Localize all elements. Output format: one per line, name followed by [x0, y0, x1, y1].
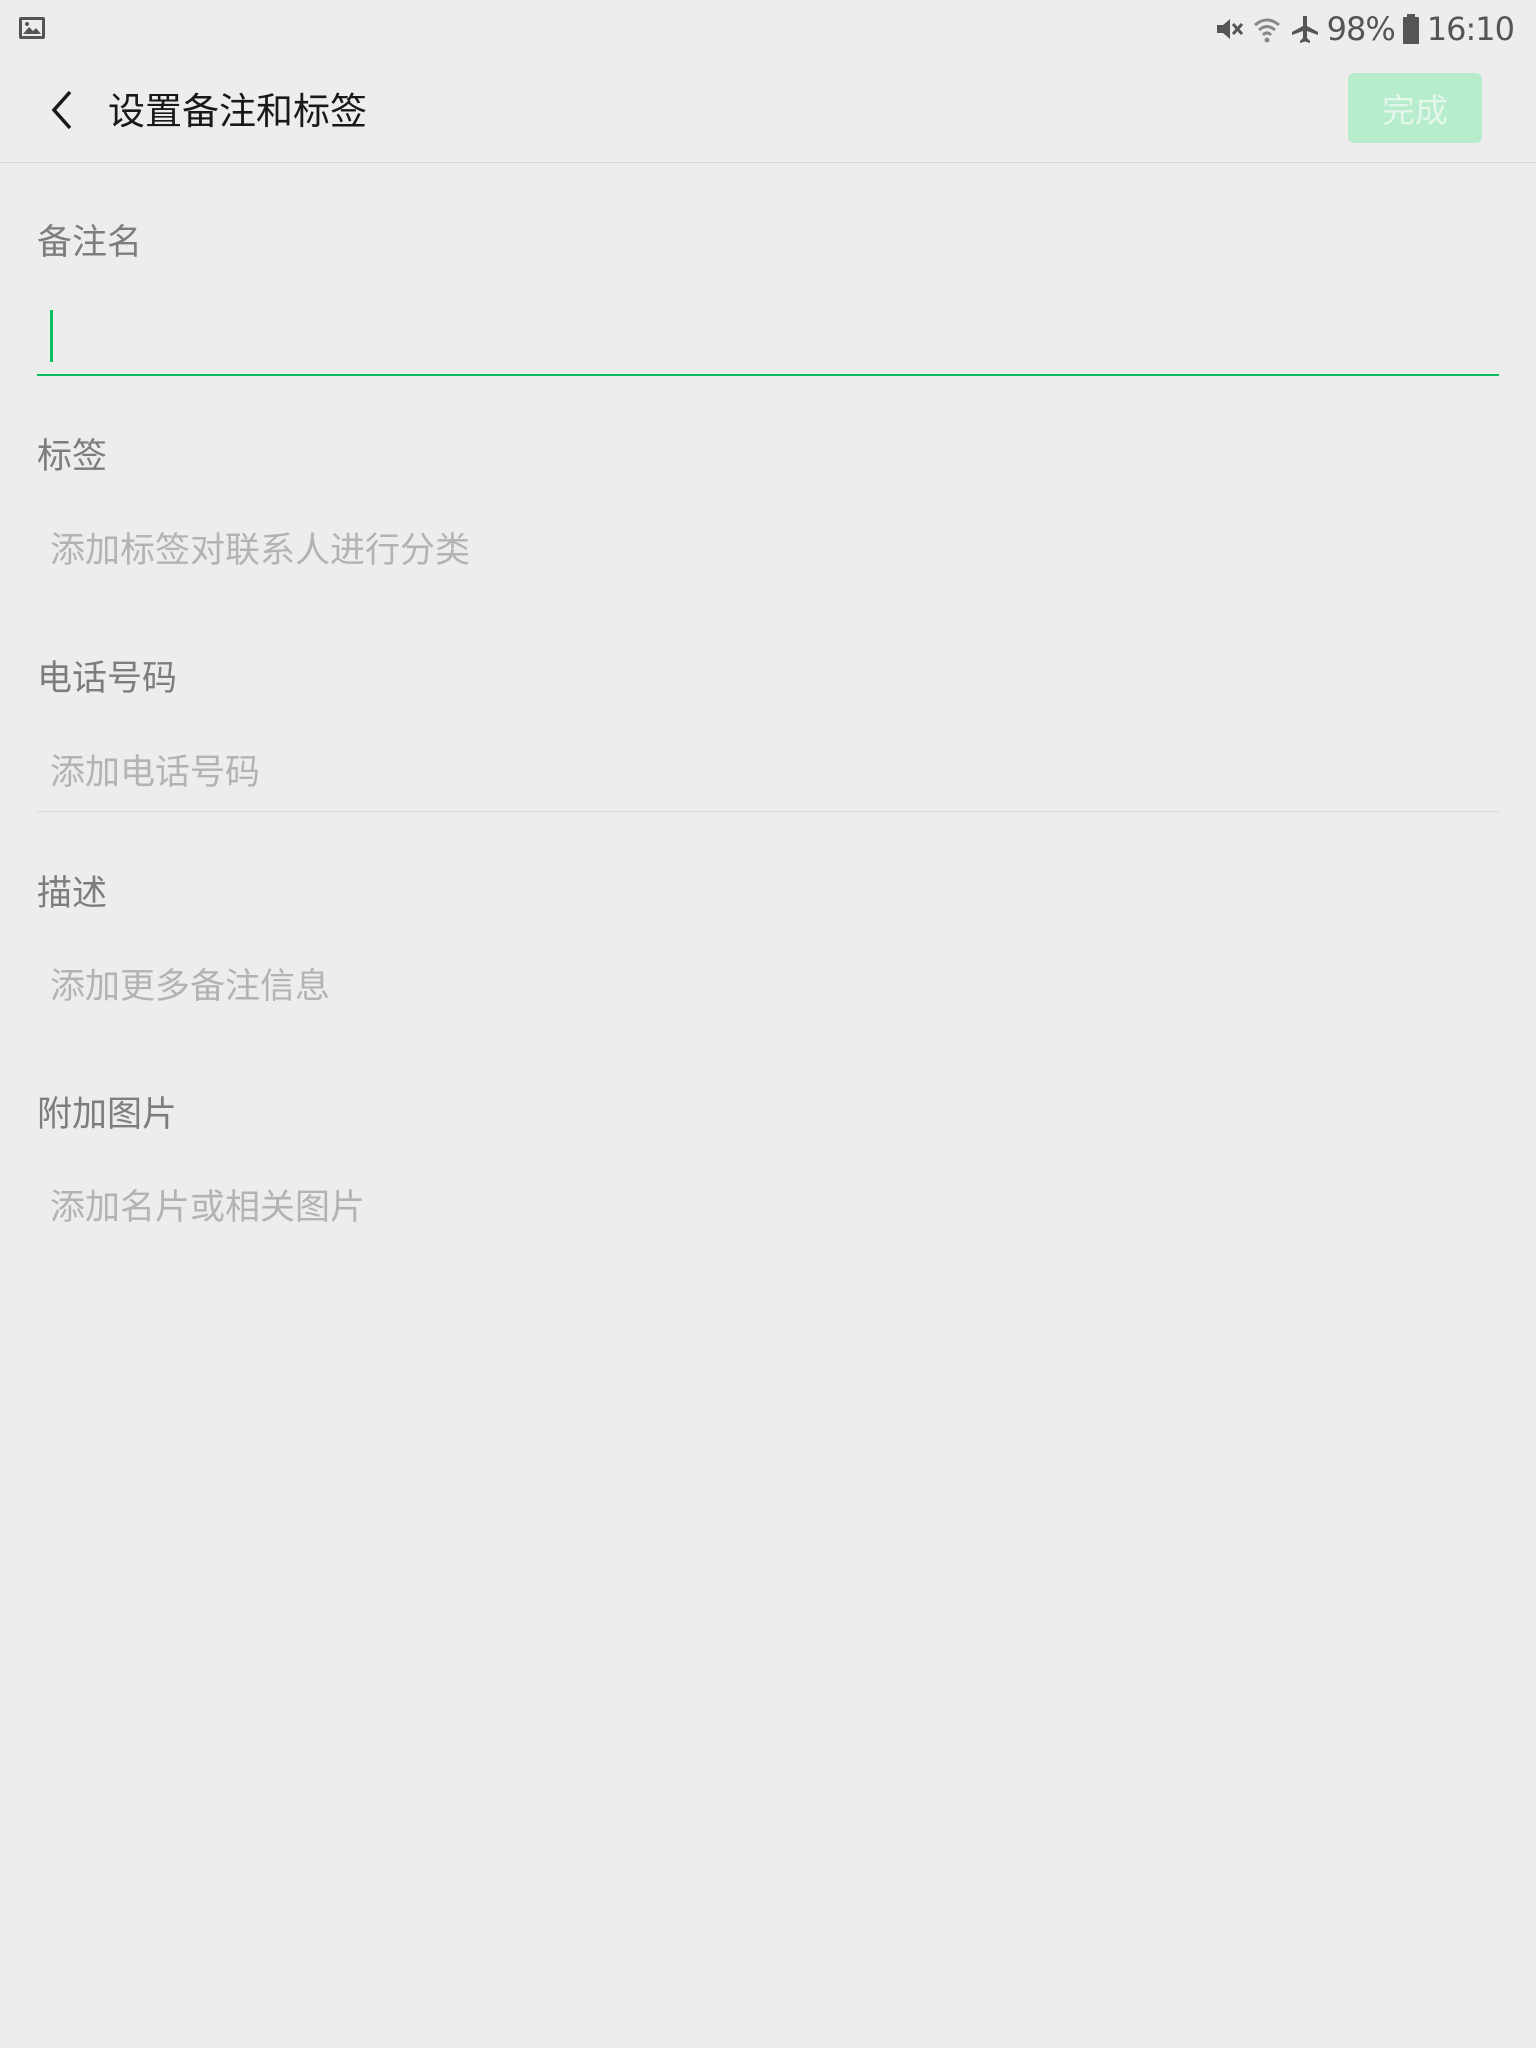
chevron-left-icon: [51, 90, 72, 130]
battery-percent: 98%: [1326, 10, 1396, 48]
remark-input-underline: [37, 374, 1499, 376]
tags-field[interactable]: 添加标签对联系人进行分类: [50, 526, 470, 576]
remark-input[interactable]: [37, 296, 1499, 376]
mute-icon: [1216, 19, 1243, 39]
page-title: 设置备注和标签: [108, 90, 367, 133]
title-bar: 设置备注和标签 完成: [0, 58, 1536, 163]
description-label: 描述: [37, 874, 108, 914]
phone-label: 电话号码: [37, 659, 178, 699]
status-bar: 98% 16:10: [0, 0, 1536, 58]
image-icon: [19, 17, 45, 39]
phone-field[interactable]: 添加电话号码: [50, 748, 260, 798]
status-icons: 98% 16:10: [1213, 8, 1515, 50]
wifi-icon: [1253, 18, 1280, 43]
screen: 98% 16:10 设置备注和标签 完成 备注名 标签 添加标签对联系人进行分类…: [0, 0, 1536, 2048]
done-button[interactable]: 完成: [1348, 73, 1482, 143]
airplane-icon: [1291, 16, 1318, 43]
clock: 16:10: [1426, 10, 1515, 48]
text-cursor: [50, 310, 53, 362]
remark-label: 备注名: [37, 223, 143, 263]
back-button[interactable]: [34, 78, 90, 142]
description-field[interactable]: 添加更多备注信息: [50, 962, 330, 1012]
divider: [37, 811, 1499, 812]
tags-label: 标签: [37, 437, 108, 477]
image-field[interactable]: 添加名片或相关图片: [50, 1183, 365, 1233]
battery-icon: [1402, 14, 1419, 44]
image-label: 附加图片: [37, 1095, 178, 1135]
